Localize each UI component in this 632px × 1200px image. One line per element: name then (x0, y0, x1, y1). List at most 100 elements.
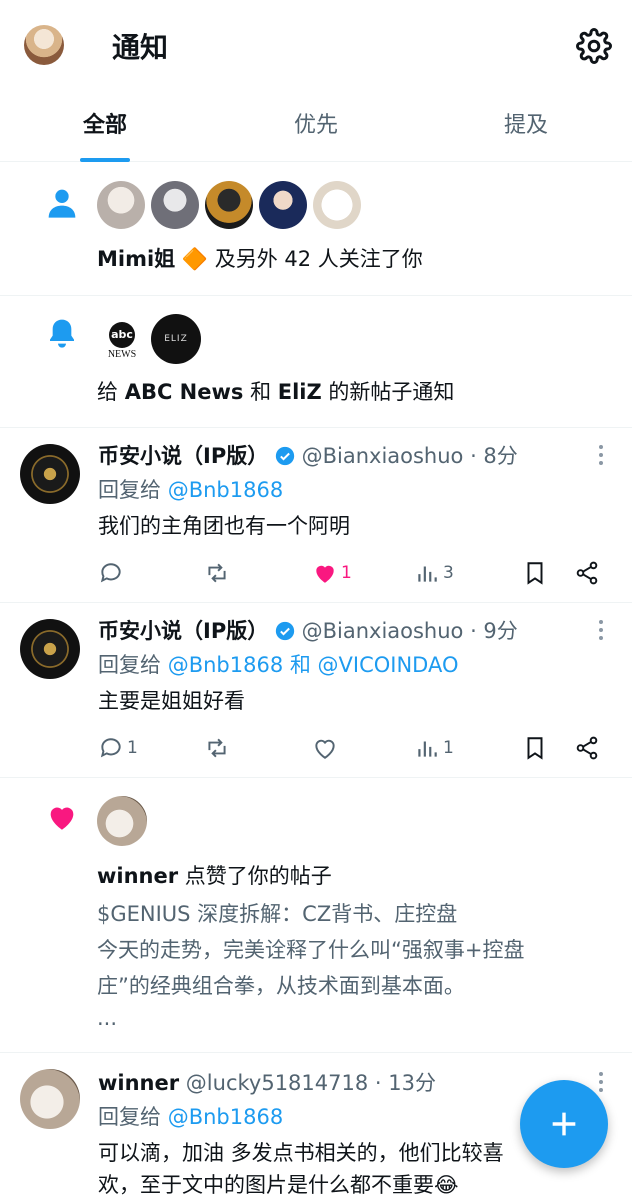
liked-post-line: 庄”的经典组合拳，从技术面到基本面。 (97, 974, 465, 998)
follower-avatar[interactable] (97, 181, 145, 229)
share-icon (576, 736, 598, 760)
page-title: 通知 (112, 31, 169, 64)
author-name[interactable]: 币安小说（IP版） (98, 619, 268, 643)
reply-icon (100, 563, 121, 583)
verified-badge-icon (275, 621, 295, 641)
liked-post-line: 今天的走势，完美诠释了什么叫“强叙事+控盘 (97, 938, 525, 962)
more-options-icon[interactable] (596, 1071, 606, 1093)
liker-avatar[interactable] (97, 796, 147, 846)
like-button[interactable]: 1 (312, 558, 352, 588)
verified-badge-icon (275, 446, 295, 466)
like-text: winner 点赞了你的帖子 (97, 860, 332, 890)
like-action-text: 点赞了你的帖子 (178, 864, 332, 888)
reply-context: 回复给 @Bnb1868 和 @VICOINDAO (98, 649, 459, 679)
reply-prefix: 回复给 (98, 1105, 168, 1129)
post-actions: 1 3 (98, 558, 608, 588)
author-avatar[interactable] (20, 1069, 80, 1129)
views-button[interactable]: 1 (414, 733, 454, 763)
bookmark-button[interactable] (522, 733, 548, 763)
reply-prefix: 回复给 (98, 478, 168, 502)
new-post-text: 给 ABC News 和 EliZ 的新帖子通知 (97, 376, 454, 406)
bookmark-icon (527, 562, 543, 585)
follower-avatar[interactable] (205, 181, 253, 229)
plus-icon (552, 1112, 576, 1136)
text-prefix: 给 (97, 380, 125, 404)
source-name[interactable]: EliZ (278, 380, 322, 404)
tab-label: 全部 (82, 113, 127, 138)
new-post-notification[interactable]: abc NEWS ELIZ 给 ABC News 和 EliZ 的新帖子通知 (0, 296, 632, 428)
abc-logo-text: NEWS (107, 349, 137, 360)
tab-mentions[interactable]: 提及 (421, 90, 631, 162)
follow-notification[interactable]: Mimi姐 🔶 及另外 42 人关注了你 (0, 163, 632, 296)
compose-button[interactable] (520, 1080, 608, 1168)
reply-icon (100, 738, 121, 758)
post-text-line: 可以滴，加油 多发点书相关的，他们比较喜 (98, 1141, 504, 1165)
abc-news-logo[interactable]: abc NEWS (97, 314, 147, 364)
views-button[interactable]: 3 (414, 558, 454, 588)
liker-name[interactable]: winner (97, 864, 178, 888)
like-count: 1 (341, 563, 352, 583)
eliz-logo[interactable]: ELIZ (151, 314, 201, 364)
follower-avatar[interactable] (259, 181, 307, 229)
repost-button[interactable] (204, 733, 230, 763)
author-avatar[interactable] (20, 619, 80, 679)
reply-to-link[interactable]: @Bnb1868 (168, 1105, 284, 1129)
follower-avatar[interactable] (313, 181, 361, 229)
reply-button[interactable]: 1 (98, 733, 138, 763)
reply-post[interactable]: 币安小说（IP版） @Bianxiaoshuo · 9分 回复给 @Bnb186… (0, 603, 632, 778)
like-notification[interactable]: winner 点赞了你的帖子 $GENIUS 深度拆解：CZ背书、庄控盘 今天的… (0, 778, 632, 1053)
author-handle-time: @Bianxiaoshuo · 8分 (301, 444, 518, 468)
bookmark-button[interactable] (522, 558, 548, 588)
repost-icon (208, 563, 226, 583)
post-text: 我们的主角团也有一个阿明 (98, 514, 350, 538)
author-name[interactable]: 币安小说（IP版） (98, 444, 268, 468)
repost-button[interactable] (204, 558, 230, 588)
badge-emoji: 🔶 (181, 247, 209, 271)
author-avatar[interactable] (20, 444, 80, 504)
post-actions: 1 1 (98, 733, 608, 763)
follower-name[interactable]: Mimi姐 (97, 247, 175, 271)
follower-avatar[interactable] (151, 181, 199, 229)
view-count: 1 (443, 738, 454, 758)
more-options-icon[interactable] (596, 619, 606, 641)
text-suffix: 的新帖子通知 (321, 380, 455, 404)
source-name[interactable]: ABC News (125, 380, 244, 404)
reply-count: 1 (127, 738, 138, 758)
repost-icon (208, 738, 226, 758)
abc-logo-mark: abc (109, 322, 135, 348)
reply-context: 回复给 @Bnb1868 (98, 1101, 283, 1131)
post-header: 币安小说（IP版） @Bianxiaoshuo · 8分 (98, 440, 518, 470)
like-button[interactable] (312, 733, 341, 763)
settings-gear-icon[interactable] (576, 28, 612, 64)
views-chart-icon (418, 566, 437, 582)
reply-prefix: 回复给 (98, 653, 168, 677)
tab-all[interactable]: 全部 (0, 90, 210, 162)
author-name[interactable]: winner (98, 1071, 179, 1095)
share-button[interactable] (574, 733, 600, 763)
reply-to-link[interactable]: @Bnb1868 和 @VICOINDAO (168, 653, 459, 677)
share-button[interactable] (574, 558, 600, 588)
reply-to-link[interactable]: @Bnb1868 (168, 478, 284, 502)
reply-post[interactable]: 币安小说（IP版） @Bianxiaoshuo · 8分 回复给 @Bnb186… (0, 428, 632, 603)
post-text-line: 欢，至于文中的图片是什么都不重要😂 (98, 1173, 459, 1197)
post-header: 币安小说（IP版） @Bianxiaoshuo · 9分 (98, 615, 518, 645)
reply-context: 回复给 @Bnb1868 (98, 474, 283, 504)
follow-description: 及另外 42 人关注了你 (214, 247, 423, 271)
more-options-icon[interactable] (596, 444, 606, 466)
heart-outline-icon (315, 739, 335, 759)
tab-priority[interactable]: 优先 (211, 90, 421, 162)
bell-icon (50, 319, 74, 348)
liked-post-line: $GENIUS 深度拆解：CZ背书、庄控盘 (97, 902, 458, 926)
active-tab-indicator (80, 158, 130, 162)
tab-label: 提及 (503, 113, 548, 138)
views-chart-icon (418, 741, 437, 757)
reply-button[interactable] (98, 558, 127, 588)
post-text: 主要是姐姐好看 (98, 689, 245, 713)
bookmark-icon (527, 737, 543, 760)
profile-avatar[interactable] (24, 25, 64, 65)
liked-post-ellipsis: ... (97, 1006, 118, 1030)
share-icon (576, 561, 598, 585)
view-count: 3 (443, 563, 454, 583)
post-header: winner @lucky51814718 · 13分 (98, 1067, 436, 1097)
heart-icon (50, 807, 74, 830)
